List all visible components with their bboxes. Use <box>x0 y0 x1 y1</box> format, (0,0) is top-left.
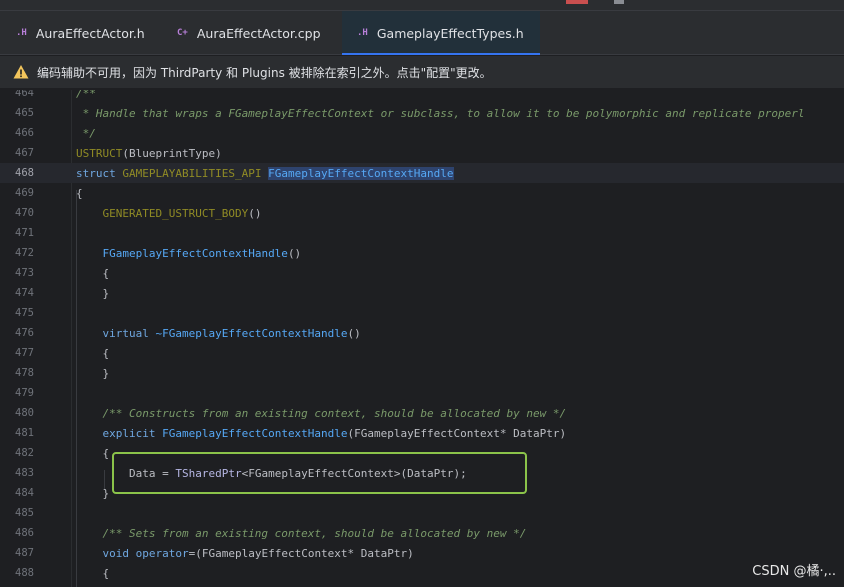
code-text[interactable]: } <box>76 287 109 300</box>
toolbar-button-icon[interactable] <box>614 0 624 4</box>
code-line[interactable]: 471 <box>0 223 844 243</box>
line-number: 487 <box>15 547 34 559</box>
code-editor[interactable]: 464 /** 465 * Handle that wraps a FGamepla… <box>0 90 844 587</box>
line-number: 481 <box>15 427 34 439</box>
code-text[interactable]: } <box>76 367 109 380</box>
line-number: 464 <box>15 90 34 99</box>
code-text[interactable]: GENERATED_USTRUCT_BODY() <box>76 207 262 220</box>
line-number: 479 <box>15 387 34 399</box>
indexing-warning-banner: 编码辅助不可用，因为 ThirdParty 和 Plugins 被排除在索引之外… <box>0 56 844 89</box>
tab-aura-effect-actor-cpp[interactable]: C+ AuraEffectActor.cpp <box>160 11 342 55</box>
code-line[interactable]: 479 <box>0 383 844 403</box>
line-number: 474 <box>15 287 34 299</box>
line-number: 470 <box>15 207 34 219</box>
code-line[interactable]: 488 { <box>0 563 844 583</box>
code-line[interactable]: 487 void operator=(FGameplayEffectContex… <box>0 543 844 563</box>
tab-aura-effect-actor-h[interactable]: .H AuraEffectActor.h <box>0 11 160 55</box>
code-text[interactable]: */ <box>76 127 96 140</box>
highlight-annotation-box <box>112 452 527 494</box>
code-line[interactable]: 465 * Handle that wraps a FGameplayEffec… <box>0 103 844 123</box>
code-line[interactable]: 480 /** Constructs from an existing cont… <box>0 403 844 423</box>
line-number: 488 <box>15 567 34 579</box>
code-line[interactable]: 475 <box>0 303 844 323</box>
toolbar-indicator-icon[interactable] <box>566 0 588 4</box>
code-line[interactable]: 470 GENERATED_USTRUCT_BODY() <box>0 203 844 223</box>
editor-tab-bar: .H AuraEffectActor.h C+ AuraEffectActor.… <box>0 11 844 55</box>
code-line[interactable]: 474 } <box>0 283 844 303</box>
header-file-icon: .H <box>357 28 368 38</box>
code-text[interactable]: { <box>76 567 109 580</box>
code-text[interactable]: { <box>76 187 83 200</box>
line-number: 469 <box>15 187 34 199</box>
code-line[interactable]: 466 */ <box>0 123 844 143</box>
code-text[interactable]: explicit FGameplayEffectContextHandle(FG… <box>76 427 567 440</box>
code-line[interactable]: 476 virtual ~FGameplayEffectContextHandl… <box>0 323 844 343</box>
code-line[interactable]: 464 /** <box>0 90 844 103</box>
code-text[interactable]: USTRUCT(BlueprintType) <box>76 147 222 160</box>
code-line[interactable]: 486 /** Sets from an existing context, s… <box>0 523 844 543</box>
line-number: 486 <box>15 527 34 539</box>
warning-icon <box>13 65 29 79</box>
code-text[interactable]: /** Sets from an existing context, shoul… <box>76 527 526 540</box>
code-text[interactable]: { <box>76 347 109 360</box>
line-number: 465 <box>15 107 34 119</box>
code-text[interactable]: virtual ~FGameplayEffectContextHandle() <box>76 327 361 340</box>
line-number: 482 <box>15 447 34 459</box>
code-text[interactable]: { <box>76 267 109 280</box>
tab-label: GameplayEffectTypes.h <box>376 25 524 41</box>
code-line[interactable]: 469 { <box>0 183 844 203</box>
header-file-icon: .H <box>16 28 27 38</box>
code-line[interactable]: 478 } <box>0 363 844 383</box>
line-number: 466 <box>15 127 34 139</box>
code-line[interactable]: 485 <box>0 503 844 523</box>
line-number: 478 <box>15 367 34 379</box>
line-number: 477 <box>15 347 34 359</box>
tab-label: AuraEffectActor.cpp <box>196 25 321 41</box>
tab-gameplay-effect-types-h[interactable]: .H GameplayEffectTypes.h <box>342 11 540 55</box>
code-text[interactable]: /** <box>76 90 96 100</box>
code-text[interactable]: struct GAMEPLAYABILITIES_API FGameplayEf… <box>76 166 454 180</box>
line-number: 475 <box>15 307 34 319</box>
watermark: CSDN @橘·,.. <box>752 564 836 579</box>
tab-label: AuraEffectActor.h <box>35 25 145 41</box>
line-number: 467 <box>15 147 34 159</box>
code-text[interactable]: } <box>76 487 109 500</box>
code-line[interactable]: 481 explicit FGameplayEffectContextHandl… <box>0 423 844 443</box>
title-bar-strip <box>0 0 844 11</box>
code-line[interactable]: 467 USTRUCT(BlueprintType) <box>0 143 844 163</box>
line-number: 483 <box>15 467 34 479</box>
line-number: 468 <box>15 167 34 179</box>
code-line[interactable]: 472 FGameplayEffectContextHandle() <box>0 243 844 263</box>
cpp-file-icon: C+ <box>177 28 188 38</box>
code-line[interactable]: 473 { <box>0 263 844 283</box>
banner-message[interactable]: 编码辅助不可用，因为 ThirdParty 和 Plugins 被排除在索引之外… <box>37 64 492 81</box>
code-text[interactable]: /** Constructs from an existing context,… <box>76 407 566 420</box>
code-text[interactable]: void operator=(FGameplayEffectContext* D… <box>76 547 414 560</box>
code-text[interactable]: { <box>76 447 109 460</box>
line-number: 473 <box>15 267 34 279</box>
code-text[interactable]: * Handle that wraps a FGameplayEffectCon… <box>76 107 805 120</box>
line-number: 480 <box>15 407 34 419</box>
line-number: 471 <box>15 227 34 239</box>
code-line[interactable]: 468 struct GAMEPLAYABILITIES_API FGamepla… <box>0 163 844 183</box>
line-number: 476 <box>15 327 34 339</box>
code-line[interactable]: 477 { <box>0 343 844 363</box>
line-number: 472 <box>15 247 34 259</box>
code-text[interactable]: FGameplayEffectContextHandle() <box>76 247 302 260</box>
line-number: 485 <box>15 507 34 519</box>
line-number: 484 <box>15 487 34 499</box>
